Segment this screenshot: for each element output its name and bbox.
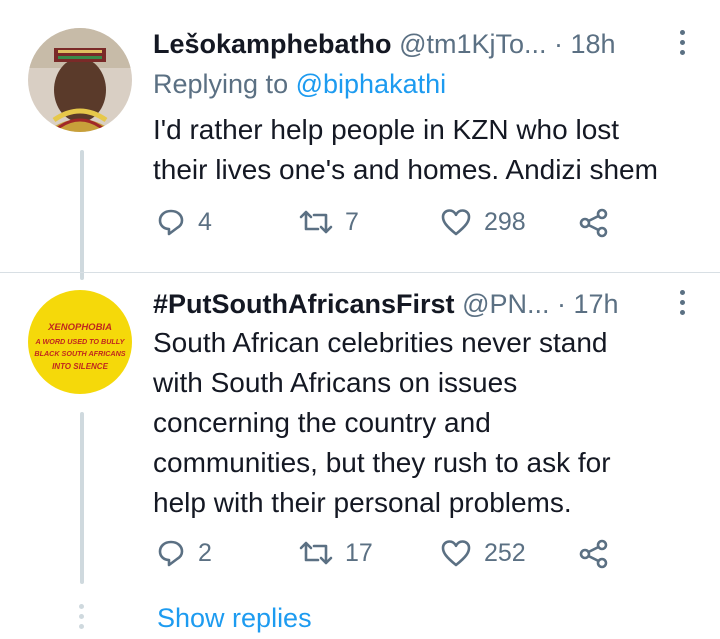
handle[interactable]: @tm1KjTo... [399,29,546,59]
share-button[interactable] [578,538,610,570]
thread-line-2 [80,412,84,584]
like-count: 252 [484,538,526,567]
avatar-text-line: XENOPHOBIA [47,322,112,333]
reply-button[interactable]: 2 [156,538,212,568]
tweet-header: #PutSouthAfricansFirst @PN... · 17h [153,288,619,320]
retweet-button[interactable]: 17 [299,538,373,568]
replying-to: Replying to @biphakathi [153,68,446,100]
thread-continuation-dots [79,604,85,634]
replying-prefix: Replying to [153,69,296,99]
more-vertical-icon[interactable] [675,30,689,60]
handle[interactable]: @PN... [462,289,549,319]
avatar-image: XENOPHOBIA A WORD USED TO BULLY BLACK SO… [28,290,132,394]
share-icon [579,208,608,238]
retweet-icon [299,210,333,234]
avatar-text-line: A WORD USED TO BULLY [35,337,126,346]
tweet-text-line: I'd rather help people in KZN who lost [153,114,620,145]
tweet-text: I'd rather help people in KZN who lost t… [153,110,713,190]
share-button[interactable] [578,207,610,239]
separator: · [546,29,571,59]
heart-icon [441,540,471,567]
avatar[interactable] [28,28,132,132]
more-vertical-icon[interactable] [675,290,689,320]
thread-line-1 [80,150,84,280]
tweet-text-line: help with their personal problems. [153,487,572,518]
avatar-image [28,28,132,132]
heart-icon [441,209,471,236]
avatar-text-line: BLACK SOUTH AFRICANS [34,349,125,358]
reply-icon [158,540,184,567]
avatar-text-line: INTO SILENCE [52,362,109,371]
like-button[interactable]: 252 [440,538,526,568]
tweet-divider [0,272,720,273]
tweet-actions: 4 7 298 [156,207,626,247]
show-replies-link[interactable]: Show replies [157,603,312,634]
retweet-count: 7 [345,207,359,236]
reply-button[interactable]: 4 [156,207,212,237]
replying-handle-link[interactable]: @biphakathi [296,69,447,99]
tweet-text-line: communities, but they rush to ask for [153,447,611,478]
separator: · [549,289,574,319]
display-name[interactable]: #PutSouthAfricansFirst [153,289,455,319]
display-name[interactable]: Lešokamphebatho [153,29,392,59]
tweet-text: South African celebrities never stand wi… [153,323,713,523]
timestamp[interactable]: 17h [573,289,618,319]
tweet-text-line: their lives one's and homes. Andizi shem [153,154,658,185]
timestamp[interactable]: 18h [571,29,616,59]
like-button[interactable]: 298 [440,207,526,237]
tweet-text-line: South African celebrities never stand [153,327,608,358]
avatar[interactable]: XENOPHOBIA A WORD USED TO BULLY BLACK SO… [28,290,132,394]
retweet-button[interactable]: 7 [299,207,359,237]
reply-count: 2 [198,538,212,567]
retweet-icon [299,541,333,565]
reply-icon [158,209,184,236]
tweet-actions: 2 17 252 [156,538,626,578]
tweet-text-line: with South Africans on issues [153,367,518,398]
like-count: 298 [484,207,526,236]
retweet-count: 17 [345,538,373,567]
tweet-header: Lešokamphebatho @tm1KjTo... · 18h [153,28,616,60]
reply-count: 4 [198,207,212,236]
tweet-text-line: concerning the country and [153,407,491,438]
share-icon [579,539,608,569]
